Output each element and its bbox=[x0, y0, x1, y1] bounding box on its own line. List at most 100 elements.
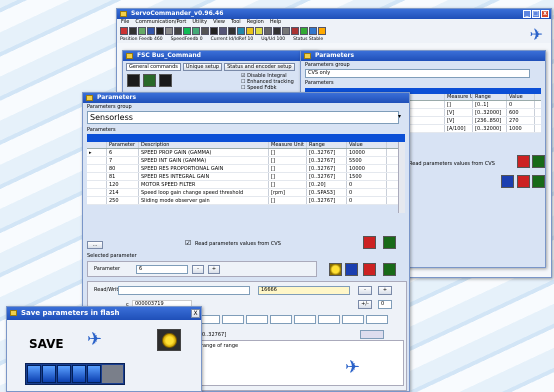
step-button[interactable]: +/- bbox=[358, 300, 372, 309]
params-scrollbar[interactable] bbox=[398, 142, 405, 213]
params-load-icon[interactable] bbox=[363, 263, 376, 276]
col-value[interactable]: Value bbox=[347, 142, 387, 148]
table-row[interactable]: 120 MOTOR SPEED FILTER[] [0..20] 0 bbox=[87, 181, 405, 189]
command-tabs: General commands Unique setup Status and… bbox=[123, 61, 317, 73]
motor-icon[interactable] bbox=[156, 27, 164, 35]
col-range[interactable]: Range bbox=[473, 94, 507, 100]
params-save-icon[interactable] bbox=[345, 263, 358, 276]
params-export-icon[interactable] bbox=[383, 263, 396, 276]
chart-icon[interactable] bbox=[147, 27, 155, 35]
gear-icon[interactable] bbox=[165, 27, 173, 35]
save-progress-bar bbox=[25, 363, 125, 385]
table-row[interactable]: 214 Speed loop gain change speed threshol… bbox=[87, 189, 405, 197]
value-decrement-button[interactable]: - bbox=[358, 286, 372, 295]
parameter-increment-button[interactable]: + bbox=[208, 265, 220, 274]
col-parameter[interactable]: Parameter bbox=[107, 142, 139, 148]
menu-utility[interactable]: Utility bbox=[192, 20, 207, 25]
io-icon[interactable] bbox=[201, 27, 209, 35]
menu-file[interactable]: File bbox=[121, 20, 129, 25]
warning-icon bbox=[161, 332, 177, 348]
parameter-number-field[interactable]: 6 bbox=[136, 265, 188, 274]
value-field[interactable]: 16666 bbox=[258, 286, 350, 295]
drive-icon[interactable] bbox=[210, 27, 218, 35]
connect-icon[interactable] bbox=[120, 27, 128, 35]
col-range[interactable]: Range bbox=[307, 142, 347, 148]
bit-field[interactable] bbox=[270, 315, 292, 324]
menu-tool[interactable]: Tool bbox=[231, 20, 241, 25]
help-icon[interactable] bbox=[318, 27, 326, 35]
chevron-down-icon[interactable]: ▾ bbox=[398, 113, 401, 120]
trend-icon[interactable] bbox=[237, 27, 245, 35]
value-increment-button[interactable]: + bbox=[378, 286, 392, 295]
record-icon[interactable] bbox=[291, 27, 299, 35]
stop-icon[interactable] bbox=[143, 74, 156, 87]
tab-unique-setup[interactable]: Unique setup bbox=[182, 63, 223, 71]
play-icon[interactable] bbox=[300, 27, 308, 35]
params-list-label: Parameters bbox=[87, 127, 116, 133]
params-bg-read-icon[interactable] bbox=[517, 155, 530, 168]
bit-field[interactable] bbox=[222, 315, 244, 324]
save-button[interactable] bbox=[157, 329, 181, 351]
col-measure-unit[interactable]: Measure Unit bbox=[269, 142, 307, 148]
table-row[interactable]: 81 SPEED RES INTEGRAL GAIN[] [0..32767] 150… bbox=[87, 173, 405, 181]
selected-parameter-box: Parameter 6 - + bbox=[87, 261, 317, 277]
params-bg-write-icon[interactable] bbox=[532, 155, 545, 168]
col-unit[interactable]: Measure Unit bbox=[445, 94, 473, 100]
table-icon[interactable] bbox=[192, 27, 200, 35]
read-cvs-checkbox[interactable]: ☑ bbox=[185, 239, 191, 247]
start-icon[interactable] bbox=[127, 74, 140, 87]
params-blue-band bbox=[87, 134, 405, 142]
menu-help[interactable]: Help bbox=[270, 20, 281, 25]
parameter-decrement-button[interactable]: - bbox=[192, 265, 204, 274]
menu-communication[interactable]: Communication/Port bbox=[135, 20, 186, 25]
params-group-select[interactable]: Sensorless bbox=[87, 111, 399, 124]
bit-field[interactable] bbox=[366, 315, 388, 324]
read-write-select[interactable] bbox=[118, 286, 250, 295]
table-row[interactable]: 80 SPEED RES PROPORTIONAL GAIN[] [0..32767… bbox=[87, 165, 405, 173]
reset-icon[interactable] bbox=[159, 74, 172, 87]
params-nav-button[interactable]: ... bbox=[87, 241, 103, 249]
minimize-icon[interactable]: _ bbox=[523, 10, 531, 18]
params-bg-load-icon[interactable] bbox=[517, 175, 530, 188]
scope-icon[interactable] bbox=[183, 27, 191, 35]
progress-segment bbox=[87, 365, 101, 383]
info-icon[interactable] bbox=[329, 263, 342, 276]
range-select[interactable] bbox=[360, 330, 384, 339]
table-row[interactable]: 250 Sliding mode observer gain[] [0..32767… bbox=[87, 197, 405, 205]
params-bg-group-label: Parameters group bbox=[305, 62, 350, 68]
params-bg-group-select[interactable]: CVS only bbox=[305, 69, 530, 78]
menu-region[interactable]: Region bbox=[247, 20, 264, 25]
info-icon[interactable] bbox=[255, 27, 263, 35]
save-dialog-close-button[interactable]: X bbox=[191, 309, 200, 318]
table-row[interactable]: ▸ 6 SPEED PROP GAIN (GAMMA)[] [0..32767] 100… bbox=[87, 149, 405, 157]
home-icon[interactable] bbox=[273, 27, 281, 35]
checkbox-speed-fdbk[interactable]: ☐ bbox=[241, 85, 245, 91]
close-icon[interactable]: x bbox=[541, 10, 549, 18]
bit-field[interactable] bbox=[318, 315, 340, 324]
params-bg-export-icon[interactable] bbox=[532, 175, 545, 188]
progress-segment bbox=[42, 365, 56, 383]
maximize-icon[interactable]: □ bbox=[532, 10, 540, 18]
flash-icon[interactable] bbox=[228, 27, 236, 35]
col-value[interactable]: Value bbox=[507, 94, 535, 100]
disconnect-icon[interactable] bbox=[129, 27, 137, 35]
param-icon[interactable] bbox=[219, 27, 227, 35]
net-icon[interactable] bbox=[309, 27, 317, 35]
bit-field[interactable] bbox=[246, 315, 268, 324]
tool-icon[interactable] bbox=[264, 27, 272, 35]
params-bg-save-icon[interactable] bbox=[501, 175, 514, 188]
alarm-icon[interactable] bbox=[246, 27, 254, 35]
list-icon[interactable] bbox=[282, 27, 290, 35]
tab-status-encoder[interactable]: Status and encoder setup bbox=[224, 63, 295, 71]
col-description[interactable]: Description bbox=[139, 142, 269, 148]
table-row[interactable]: 7 SPEED INT GAIN (GAMMA)[] [0..32767] 5500 bbox=[87, 157, 405, 165]
bit-field[interactable] bbox=[294, 315, 316, 324]
bit-field[interactable] bbox=[342, 315, 364, 324]
tab-general-commands[interactable]: General commands bbox=[126, 63, 181, 71]
plot-icon[interactable] bbox=[138, 27, 146, 35]
menu-view[interactable]: View bbox=[213, 20, 225, 25]
wave-icon[interactable] bbox=[174, 27, 182, 35]
step-field[interactable]: 0 bbox=[378, 300, 392, 309]
params-write-icon[interactable] bbox=[383, 236, 396, 249]
params-read-icon[interactable] bbox=[363, 236, 376, 249]
